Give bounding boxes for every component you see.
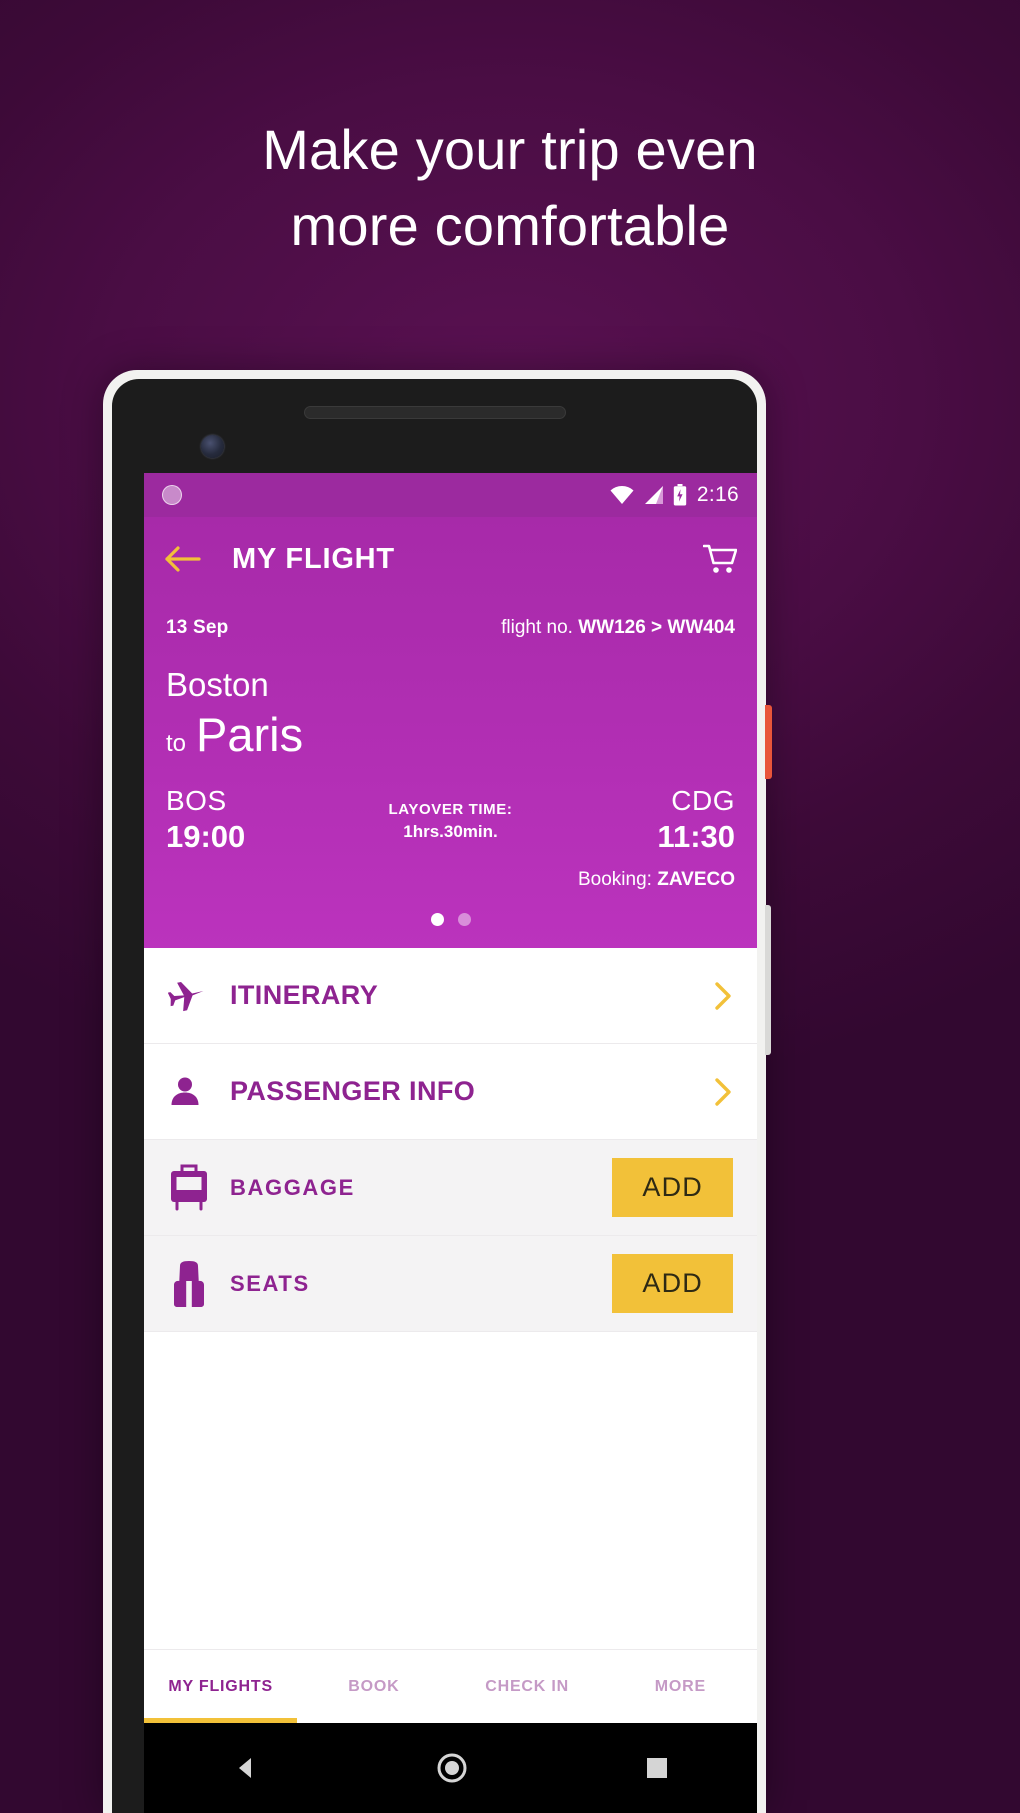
bottom-tab-bar: MY FLIGHTS BOOK CHECK IN MORE [144, 1649, 757, 1723]
pager-dot-2[interactable] [457, 913, 471, 926]
times-row: BOS 19:00 LAYOVER TIME: 1hrs.30min. CDG … [144, 763, 757, 855]
list-item-label: SEATS [230, 1270, 310, 1296]
wifi-icon [610, 486, 634, 504]
battery-icon [673, 484, 687, 506]
android-nav-bar [144, 1723, 757, 1813]
layover-hours: 1hrs. [403, 822, 444, 841]
origin-block: BOS 19:00 [166, 785, 286, 855]
tab-my-flights[interactable]: MY FLIGHTS [144, 1650, 298, 1723]
notification-dot-icon [162, 485, 182, 505]
phone-bezel: 2:16 MY FLIGHT 13 Sep flight no. WW126 >… [112, 379, 757, 1813]
list-item-label: PASSENGER INFO [230, 1076, 476, 1106]
flight-meta-row: 13 Sep flight no. WW126 > WW404 [144, 601, 757, 639]
pager-dot-1[interactable] [430, 913, 444, 926]
flight-summary-card: MY FLIGHT 13 Sep flight no. WW126 > WW40… [144, 517, 757, 948]
tab-book[interactable]: BOOK [297, 1650, 450, 1723]
promo-headline-line-2: more comfortable [290, 194, 730, 257]
app-screen: 2:16 MY FLIGHT 13 Sep flight no. WW126 >… [144, 473, 757, 1723]
promo-headline-line-1: Make your trip even [262, 118, 758, 181]
page-title: MY FLIGHT [232, 542, 395, 575]
destination-airport-code: CDG [671, 785, 735, 816]
suitcase-icon [168, 1164, 212, 1212]
android-back-icon[interactable] [231, 1753, 261, 1783]
person-icon [168, 1075, 212, 1109]
list-item-passenger-info[interactable]: PASSENGER INFO [144, 1044, 757, 1140]
volume-button[interactable] [765, 905, 771, 1055]
booking-reference: Booking: ZAVECO [144, 855, 757, 891]
flight-number-value: WW126 > WW404 [578, 617, 735, 638]
status-bar-right: 2:16 [609, 483, 739, 507]
app-bar: MY FLIGHT [144, 517, 757, 601]
list-item-itinerary[interactable]: ITINERARY [144, 948, 757, 1044]
list-empty-space [144, 1332, 757, 1428]
cellular-signal-icon [644, 486, 663, 504]
destination-city: Paris [196, 708, 304, 761]
flight-number-label: flight no. [501, 617, 573, 638]
destination-block: CDG 11:30 [615, 785, 735, 855]
tab-more[interactable]: MORE [604, 1650, 757, 1723]
shopping-cart-icon[interactable] [703, 543, 737, 575]
earpiece-speaker [303, 406, 566, 419]
destination-line: to Paris [166, 707, 735, 763]
back-arrow-icon[interactable] [164, 544, 202, 574]
seat-icon [168, 1260, 212, 1308]
origin-departure-time: 19:00 [166, 819, 246, 854]
status-bar-clock: 2:16 [696, 483, 739, 506]
flight-number: flight no. WW126 > WW404 [501, 617, 735, 639]
add-seats-button[interactable]: ADD [612, 1254, 733, 1313]
layover-label: LAYOVER TIME: [388, 801, 513, 818]
power-button[interactable] [765, 705, 772, 779]
android-home-icon[interactable] [435, 1751, 469, 1785]
android-recents-icon[interactable] [644, 1755, 670, 1781]
to-word: to [166, 730, 187, 757]
chevron-right-icon [715, 981, 731, 1010]
front-camera-icon [201, 435, 224, 458]
destination-arrival-time: 11:30 [657, 819, 735, 854]
list-item-label: BAGGAGE [230, 1174, 355, 1200]
origin-city: Boston [166, 666, 269, 703]
tab-check-in[interactable]: CHECK IN [451, 1650, 604, 1723]
route-block: Boston to Paris [144, 639, 757, 763]
airplane-icon [168, 979, 212, 1013]
chevron-right-icon [715, 1077, 731, 1106]
add-baggage-button[interactable]: ADD [612, 1158, 733, 1217]
promo-headline: Make your trip even more comfortable [0, 112, 1020, 264]
layover-minutes: 30min. [443, 822, 498, 841]
origin-airport-code: BOS [166, 785, 227, 816]
list-item-label: ITINERARY [230, 980, 379, 1010]
list-item-baggage[interactable]: BAGGAGE ADD [144, 1140, 757, 1236]
status-bar: 2:16 [144, 473, 757, 517]
list-item-seats[interactable]: SEATS ADD [144, 1236, 757, 1332]
card-pager[interactable] [144, 891, 757, 940]
layover-duration: 1hrs.30min. [286, 822, 615, 842]
booking-code: ZAVECO [657, 869, 735, 890]
phone-mockup: 2:16 MY FLIGHT 13 Sep flight no. WW126 >… [103, 370, 772, 1813]
flight-date: 13 Sep [166, 617, 229, 638]
layover-block: LAYOVER TIME: 1hrs.30min. [286, 785, 615, 842]
booking-label: Booking: [578, 869, 652, 890]
